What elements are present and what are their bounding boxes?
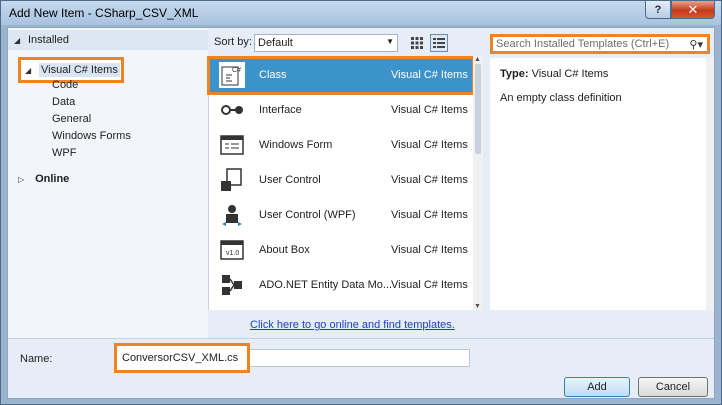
window-title: Add New Item - CSharp_CSV_XML [9, 6, 199, 20]
category-tree: ◢ Installed ◢ Visual C# Items Code Data … [8, 28, 208, 338]
interface-icon [219, 97, 245, 123]
sort-by-value: Default [258, 37, 293, 49]
details-scrollbar[interactable] [706, 58, 714, 310]
template-row-class[interactable]: C# Class Visual C# Items [207, 56, 475, 95]
scroll-down-icon[interactable]: ▼ [474, 303, 481, 310]
title-bar[interactable]: Add New Item - CSharp_CSV_XML ? ✕ [1, 1, 721, 25]
template-name: Windows Form [259, 139, 333, 151]
chevron-down-icon: ▼ [386, 37, 394, 46]
template-row-entity-data-model[interactable]: ADO.NET Entity Data Mo... Visual C# Item… [209, 268, 473, 303]
template-row-about-box[interactable]: v1.0 About Box Visual C# Items [209, 233, 473, 268]
help-button[interactable]: ? [645, 1, 671, 19]
medium-icons-view-button[interactable] [408, 34, 426, 52]
template-row-interface[interactable]: Interface Visual C# Items [209, 93, 473, 128]
template-name: User Control (WPF) [259, 209, 356, 221]
search-placeholder: Search Installed Templates (Ctrl+E) [496, 38, 670, 50]
template-category: Visual C# Items [391, 244, 468, 256]
dialog-client: ◢ Installed ◢ Visual C# Items Code Data … [7, 27, 715, 399]
details-view-button[interactable] [430, 34, 448, 52]
details-type-value: Visual C# Items [531, 68, 609, 80]
sort-toolbar: Sort by: Default ▼ [208, 28, 482, 56]
svg-text:v1.0: v1.0 [226, 250, 239, 257]
about-box-icon: v1.0 [219, 237, 245, 263]
tree-node-data[interactable]: Data [52, 96, 75, 108]
grid-view-icon [411, 37, 423, 49]
details-type: Type: Visual C# Items [500, 68, 704, 80]
tree-node-online[interactable]: ▷ Online [18, 173, 69, 185]
tree-node-online-label: Online [35, 173, 70, 185]
template-category: Visual C# Items [391, 209, 468, 221]
tree-node-windows-forms[interactable]: Windows Forms [52, 130, 131, 142]
close-button[interactable]: ✕ [671, 1, 715, 19]
template-category: Visual C# Items [391, 139, 468, 151]
add-new-item-dialog: Add New Item - CSharp_CSV_XML ? ✕ ◢ Inst… [0, 0, 722, 405]
template-row-windows-form[interactable]: Windows Form Visual C# Items [209, 128, 473, 163]
svg-text:C#: C# [232, 67, 241, 74]
user-control-wpf-icon [219, 202, 245, 228]
details-type-label: Type: [500, 68, 529, 80]
template-row-user-control-wpf[interactable]: User Control (WPF) Visual C# Items [209, 198, 473, 233]
cancel-button[interactable]: Cancel [638, 377, 708, 397]
template-list-scrollbar[interactable]: ▲ ▼ [473, 56, 483, 310]
template-category: Visual C# Items [391, 104, 468, 116]
template-name: About Box [259, 244, 310, 256]
user-control-icon [219, 167, 245, 193]
details-description: An empty class definition [500, 92, 622, 104]
name-input[interactable]: ConversorCSV_XML.cs [114, 343, 250, 373]
template-name: ADO.NET Entity Data Mo... [259, 279, 393, 291]
name-input-field-extension[interactable] [250, 349, 470, 367]
template-category: Visual C# Items [391, 279, 468, 291]
name-label: Name: [20, 353, 53, 365]
expanded-triangle-icon[interactable]: ◢ [14, 36, 22, 45]
tree-node-installed-label: Installed [28, 34, 69, 46]
scroll-up-icon[interactable]: ▲ [474, 56, 481, 63]
template-row-user-control[interactable]: User Control Visual C# Items [209, 163, 473, 198]
template-name: Interface [259, 104, 302, 116]
search-templates-input[interactable]: Search Installed Templates (Ctrl+E) ⚲▾ [490, 34, 710, 54]
dialog-footer: Name: ConversorCSV_XML.cs Add Cancel [8, 338, 714, 398]
template-list: C# Class Visual C# Items Interface Visua… [207, 56, 483, 310]
template-name: User Control [259, 174, 321, 186]
sort-by-label: Sort by: [214, 36, 252, 48]
entity-data-model-icon [219, 272, 245, 298]
tree-node-visual-csharp-items-label: Visual C# Items [39, 63, 120, 77]
tree-node-wpf[interactable]: WPF [52, 147, 76, 159]
expanded-triangle-icon[interactable]: ◢ [25, 66, 33, 75]
template-category: Visual C# Items [391, 174, 468, 186]
scroll-thumb[interactable] [475, 64, 481, 154]
windows-form-icon [219, 132, 245, 158]
online-templates-link[interactable]: Click here to go online and find templat… [250, 319, 455, 331]
add-button[interactable]: Add [564, 377, 630, 397]
collapsed-triangle-icon[interactable]: ▷ [18, 175, 26, 184]
list-view-icon [433, 38, 445, 48]
template-name: Class [259, 69, 287, 81]
class-icon: C# [219, 62, 245, 88]
tree-node-general[interactable]: General [52, 113, 91, 125]
name-input-value: ConversorCSV_XML.cs [122, 352, 239, 364]
sort-by-dropdown[interactable]: Default ▼ [254, 34, 398, 52]
search-icon[interactable]: ⚲▾ [689, 38, 703, 51]
tree-node-code[interactable]: Code [52, 79, 78, 91]
template-details-panel: Type: Visual C# Items An empty class def… [490, 58, 714, 310]
template-category: Visual C# Items [391, 69, 468, 81]
tree-node-installed[interactable]: ◢ Installed [8, 30, 208, 50]
